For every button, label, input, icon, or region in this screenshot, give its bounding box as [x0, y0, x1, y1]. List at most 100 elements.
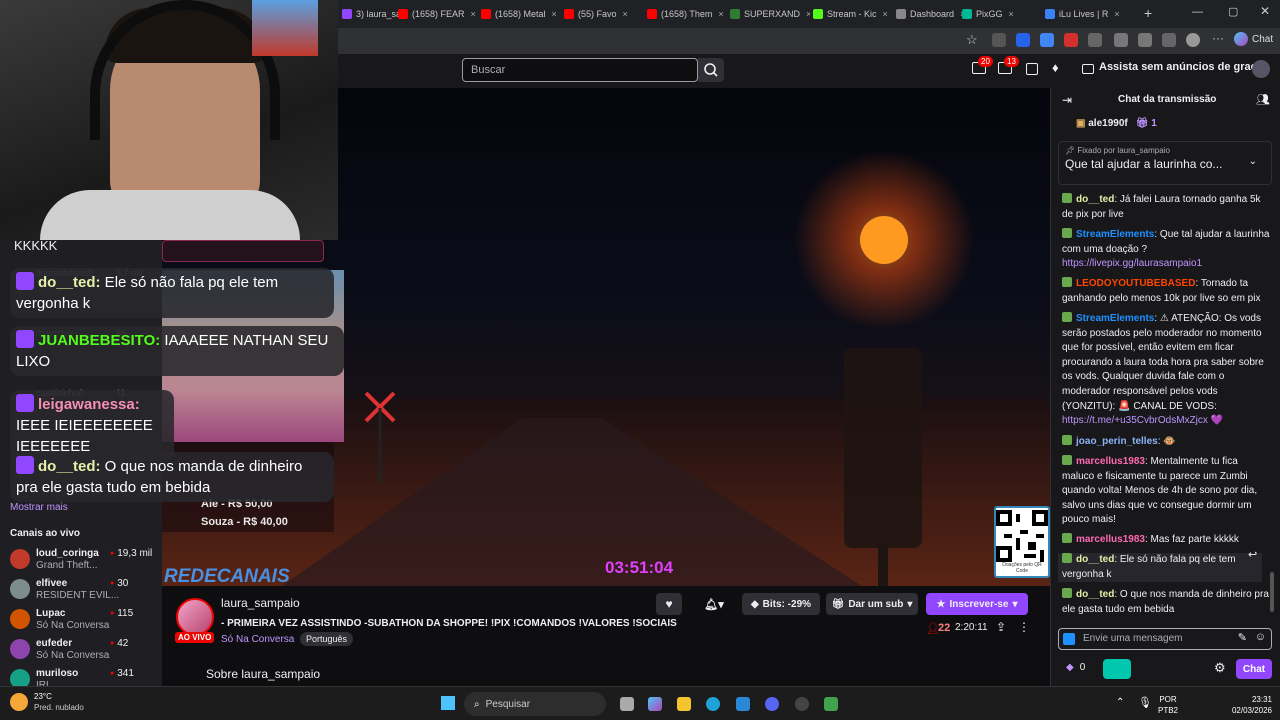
pinned-message[interactable]: 📌︎ Fixado por laura_sampaio Que tal ajud…	[1058, 141, 1272, 185]
bits-button[interactable]: ◆ Bits: -29%	[742, 593, 820, 615]
language-tag[interactable]: Português	[300, 632, 354, 646]
menu-icon[interactable]: ···	[1212, 31, 1224, 45]
tab-close-icon[interactable]: ×	[883, 9, 888, 19]
tab-close-icon[interactable]: ×	[1009, 9, 1014, 19]
whispers-icon[interactable]	[1026, 63, 1038, 75]
chat-username[interactable]: StreamElements	[1076, 229, 1154, 240]
extension-icon-6[interactable]	[1114, 33, 1128, 47]
channel-avatar[interactable]	[10, 639, 30, 659]
chat-username[interactable]: marcellus1983	[1076, 534, 1145, 545]
file-explorer-icon[interactable]	[677, 697, 691, 711]
cheer-icon[interactable]: ✎	[1238, 631, 1247, 644]
channel-name[interactable]: laura_sampaio	[221, 596, 300, 610]
copilot-chat-button[interactable]: Chat	[1234, 32, 1273, 46]
app-icon[interactable]	[824, 697, 838, 711]
channel-points[interactable]: ◆ 0	[1066, 662, 1085, 673]
channel-avatar[interactable]	[10, 579, 30, 599]
favorites-icon[interactable]	[1138, 33, 1152, 47]
chat-link[interactable]: https://livepix.gg/laurasampaio1	[1062, 258, 1202, 269]
reply-icon[interactable]: ↩	[1248, 548, 1257, 561]
extension-icon-2[interactable]	[1016, 33, 1030, 47]
subscribe-button[interactable]: ★ Inscrever-se ▾	[926, 593, 1028, 615]
chat-username[interactable]: do__ted	[1076, 194, 1114, 205]
input-language[interactable]: POR PTB2	[1158, 694, 1178, 716]
browser-tab[interactable]: (1658) FEAR ×	[398, 4, 478, 24]
emote-icon[interactable]: ☺	[1255, 631, 1266, 643]
microphone-icon[interactable]: 🎙︎	[1138, 696, 1152, 709]
discord-icon[interactable]	[765, 697, 779, 711]
taskbar-search[interactable]: ⌕ Pesquisar	[464, 692, 606, 716]
clock[interactable]: 23:31 02/03/2026	[1222, 694, 1272, 716]
search-input[interactable]: Buscar	[462, 58, 698, 82]
show-more-link[interactable]: Mostrar mais	[10, 502, 68, 513]
channel-avatar[interactable]	[10, 609, 30, 629]
close-window-button[interactable]: ✕	[1260, 4, 1270, 18]
tab-close-icon[interactable]: ×	[471, 9, 476, 19]
extension-icon-4[interactable]	[1064, 33, 1078, 47]
chevron-down-icon[interactable]: ⌄	[1249, 156, 1257, 167]
browser-tab[interactable]: Stream - Kic ×	[813, 4, 893, 24]
chat-settings-icon[interactable]: ⚙	[1214, 660, 1226, 676]
channel-avatar[interactable]	[176, 598, 214, 636]
browser-tab[interactable]: iLu Lives | R ×	[1045, 4, 1125, 24]
task-view-icon[interactable]	[620, 697, 634, 711]
chat-username[interactable]: LEODOYOUTUBEBASED	[1076, 278, 1195, 289]
star-icon[interactable]: ☆	[966, 32, 978, 48]
crown-icon[interactable]: ♦	[1052, 60, 1059, 75]
maximize-button[interactable]: ▢	[1228, 5, 1238, 18]
claim-bonus-button[interactable]	[1103, 659, 1131, 679]
sidebar-channel-name[interactable]: elfivee	[36, 578, 67, 589]
profile-avatar[interactable]	[1186, 33, 1200, 47]
community-icon[interactable]: 👥︎	[1256, 93, 1270, 106]
tab-close-icon[interactable]: ×	[1114, 9, 1119, 19]
browser-tab[interactable]: (1658) Metal ×	[481, 4, 561, 24]
chat-input[interactable]: Envie uma mensagem ✎ ☺	[1058, 628, 1272, 650]
new-tab-button[interactable]: +	[1144, 5, 1152, 21]
store-icon[interactable]	[736, 697, 750, 711]
more-options-icon[interactable]: ⋮	[1018, 620, 1030, 634]
chat-username[interactable]: joao_perin_telles	[1076, 436, 1158, 447]
tab-close-icon[interactable]: ×	[718, 9, 723, 19]
minimize-button[interactable]: —	[1192, 6, 1203, 18]
chat-username[interactable]: StreamElements	[1076, 313, 1154, 324]
extension-icon-1[interactable]	[992, 33, 1006, 47]
tab-close-icon[interactable]: ×	[806, 9, 810, 19]
sidebar-channel-name[interactable]: Lupac	[36, 608, 65, 619]
extension-icon-5[interactable]	[1088, 33, 1102, 47]
chat-send-button[interactable]: Chat	[1236, 659, 1272, 679]
share-icon[interactable]: ⇪	[996, 620, 1006, 634]
browser-tab[interactable]: SUPERXAND ×	[730, 4, 810, 24]
sidebar-channel-name[interactable]: muriloso	[36, 668, 78, 679]
ad-free-button[interactable]: Assista sem anúncios de graça	[1099, 61, 1263, 73]
browser-tab[interactable]: 3) laura_sa×	[342, 4, 398, 24]
browser-tab[interactable]: PixGG ×	[962, 4, 1042, 24]
download-icon[interactable]	[1162, 33, 1176, 47]
edge-icon[interactable]	[706, 697, 720, 711]
search-button[interactable]	[698, 58, 724, 82]
chat-username[interactable]: do__ted	[1076, 554, 1114, 565]
start-button[interactable]	[441, 696, 455, 710]
chat-username[interactable]: do__ted	[1076, 589, 1114, 600]
browser-tab[interactable]: (1658) Them ×	[647, 4, 727, 24]
chat-link[interactable]: https://t.me/+u35CvbrOdsMxZjcx 💜	[1062, 415, 1223, 426]
sidebar-channel-name[interactable]: loud_coringa	[36, 548, 99, 559]
top-gifter[interactable]: ▣ ale1990f	[1076, 118, 1128, 129]
collapse-chat-icon[interactable]: ⇥	[1062, 93, 1072, 107]
sidebar-channel-name[interactable]: eufeder	[36, 638, 72, 649]
weather-widget[interactable]: 23°C Pred. nublado	[10, 691, 84, 713]
chat-username[interactable]: marcellus1983	[1076, 456, 1145, 467]
gift-sub-button[interactable]: 🎁︎ Dar um sub ▾	[826, 593, 918, 615]
chevron-up-icon[interactable]: ⌃	[1116, 697, 1124, 708]
obs-icon[interactable]	[795, 697, 809, 711]
user-avatar[interactable]	[1252, 60, 1270, 78]
browser-tab[interactable]: (55) Favo ×	[564, 4, 644, 24]
notification-bell-button[interactable]: 🔔︎▾	[696, 593, 732, 615]
category-link[interactable]: Só Na Conversa	[221, 634, 294, 645]
extension-icon-3[interactable]	[1040, 33, 1054, 47]
channel-avatar[interactable]	[10, 549, 30, 569]
tab-close-icon[interactable]: ×	[623, 9, 628, 19]
copilot-app-icon[interactable]	[648, 697, 662, 711]
chat-scrollbar[interactable]	[1270, 572, 1274, 612]
tab-close-icon[interactable]: ×	[552, 9, 557, 19]
follow-heart-button[interactable]: ♥	[656, 593, 682, 615]
